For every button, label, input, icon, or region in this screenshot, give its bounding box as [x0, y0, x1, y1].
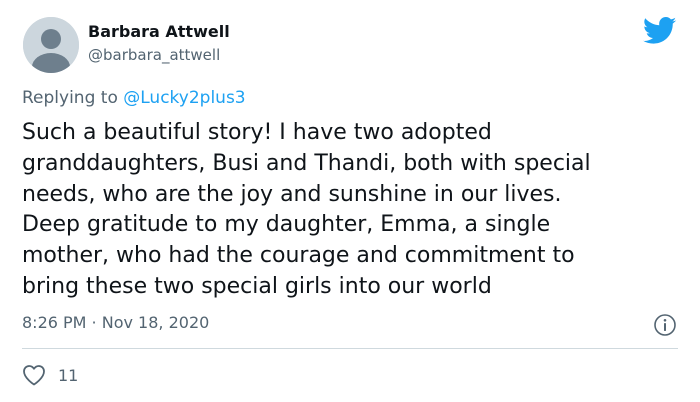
like-action[interactable]: 11	[22, 363, 78, 387]
divider	[22, 348, 678, 349]
tweet-text: Such a beautiful story! I have two adopt…	[22, 120, 591, 299]
default-profile-icon	[23, 17, 79, 73]
tweet-timestamp[interactable]: 8:26 PM · Nov 18, 2020	[22, 313, 209, 332]
user-handle[interactable]: @barbara_attwell	[88, 46, 220, 64]
tweet-date: Nov 18, 2020	[101, 313, 210, 332]
tweet-time: 8:26 PM	[22, 313, 87, 332]
meta-separator: ·	[86, 313, 102, 332]
twitter-bird-icon[interactable]	[643, 17, 677, 45]
replying-to: Replying to @Lucky2plus3	[22, 88, 246, 108]
info-icon[interactable]	[653, 313, 677, 337]
replying-to-label: Replying to	[22, 88, 124, 108]
avatar[interactable]	[23, 17, 79, 73]
reply-mention-link[interactable]: @Lucky2plus3	[123, 88, 245, 108]
heart-icon[interactable]	[22, 364, 46, 386]
display-name[interactable]: Barbara Attwell	[88, 22, 230, 41]
like-count: 11	[58, 365, 79, 385]
